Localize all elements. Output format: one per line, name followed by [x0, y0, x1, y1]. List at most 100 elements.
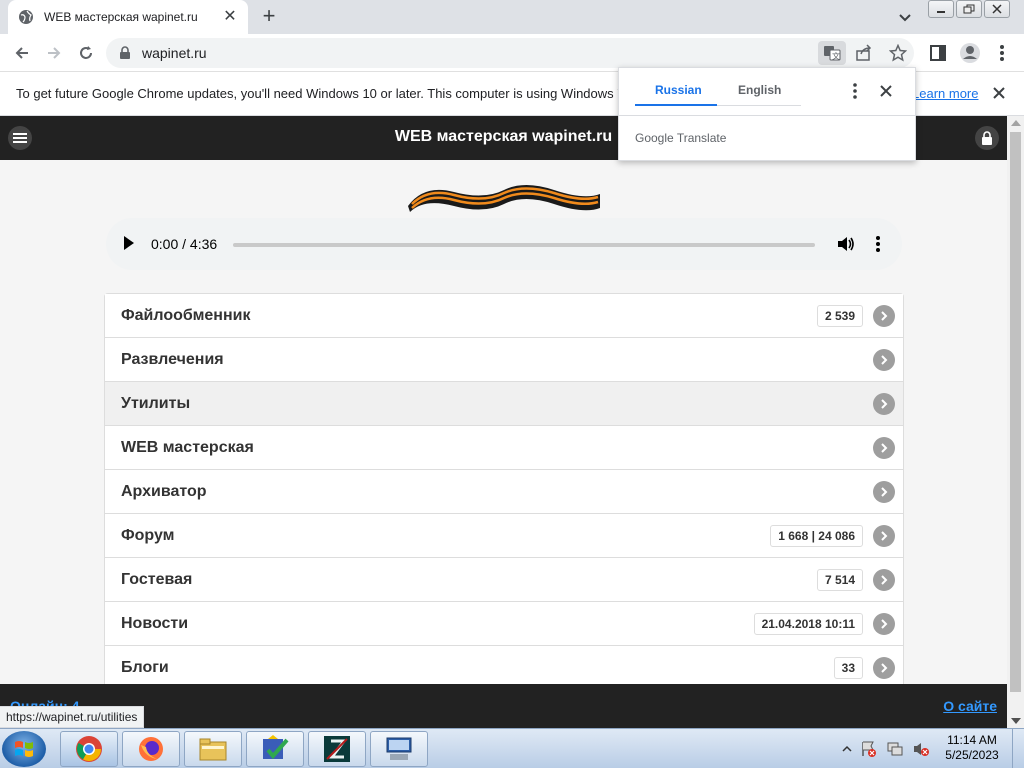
chevron-down-icon[interactable] [895, 7, 915, 27]
scrollbar-thumb[interactable] [1010, 132, 1021, 692]
chevron-right-icon[interactable] [873, 393, 895, 415]
chevron-right-icon[interactable] [873, 525, 895, 547]
kebab-menu-icon[interactable] [847, 82, 863, 100]
chevron-right-icon[interactable] [873, 349, 895, 371]
tab-strip: WEB мастерская wapinet.ru ✕ + [0, 0, 1024, 34]
svg-text:文: 文 [832, 51, 840, 61]
address-bar[interactable]: wapinet.ru 文 [106, 38, 914, 68]
windows-taskbar: 11:14 AM 5/25/2023 [0, 728, 1024, 768]
menu-row-label: WEB мастерская [121, 439, 254, 456]
volume-icon[interactable] [836, 234, 856, 254]
close-icon[interactable] [877, 82, 895, 100]
chevron-right-icon[interactable] [873, 305, 895, 327]
page-scrollbar[interactable] [1007, 116, 1024, 728]
close-icon [992, 4, 1002, 14]
taskbar-chrome[interactable] [60, 731, 118, 767]
menu-row-badge: 21.04.2018 10:11 [753, 613, 863, 635]
chevron-right-icon[interactable] [873, 613, 895, 635]
show-hidden-icons-icon[interactable] [842, 744, 852, 754]
learn-more-link[interactable]: Learn more [912, 86, 978, 101]
about-site-link[interactable]: О сайте [943, 698, 997, 714]
reload-icon [80, 46, 92, 59]
close-window-button[interactable] [984, 0, 1010, 18]
google-translate-brand: Google Translate [635, 131, 727, 145]
menu-row[interactable]: Файлообменник 2 539 [105, 294, 903, 338]
taskbar-explorer[interactable] [184, 731, 242, 767]
menu-row[interactable]: Развлечения [105, 338, 903, 382]
profile-button[interactable] [958, 41, 982, 65]
menu-row[interactable]: Форум 1 668 | 24 086 [105, 514, 903, 558]
firefox-icon [139, 737, 163, 761]
login-button[interactable] [975, 126, 999, 150]
audio-progress-track[interactable] [233, 243, 815, 247]
menu-row-badge: 2 539 [816, 305, 863, 327]
avatar-icon [960, 43, 980, 63]
menu-row[interactable]: Новости 21.04.2018 10:11 [105, 602, 903, 646]
url-text: wapinet.ru [142, 45, 207, 61]
chevron-right-icon[interactable] [873, 437, 895, 459]
volume-muted-icon[interactable] [912, 740, 930, 758]
st-george-ribbon-image [408, 185, 600, 212]
arrow-left-icon [15, 47, 28, 59]
share-button[interactable] [852, 41, 876, 65]
minimize-button[interactable] [928, 0, 954, 18]
show-desktop-button[interactable] [1012, 729, 1024, 768]
kebab-menu-icon [1000, 45, 1004, 61]
audio-time: 0:00 / 4:36 [151, 236, 218, 252]
network-app-icon [386, 737, 412, 760]
menu-row-label: Файлообменник [121, 307, 251, 324]
new-tab-button[interactable]: + [258, 5, 280, 28]
back-button[interactable] [10, 41, 34, 65]
menu-row-label: Новости [121, 615, 189, 632]
scroll-down-arrow-icon[interactable] [1011, 718, 1021, 724]
menu-row[interactable]: Архиватор [105, 470, 903, 514]
menu-row-badge: 1 668 | 24 086 [770, 525, 863, 547]
taskbar-firefox[interactable] [122, 731, 180, 767]
menu-row-label: Архиватор [121, 483, 207, 500]
tab-title: WEB мастерская wapinet.ru [44, 10, 198, 24]
menu-row-label: Блоги [121, 659, 169, 676]
globe-icon [19, 10, 33, 24]
scroll-up-arrow-icon[interactable] [1011, 120, 1021, 126]
taskbar-checklist-app[interactable] [246, 731, 304, 767]
bookmark-button[interactable] [886, 41, 910, 65]
star-icon [889, 44, 907, 62]
site-menu-list: Файлообменник 2 539 Развлечения Утилиты WEB … [104, 293, 904, 691]
lock-icon [982, 131, 992, 145]
system-clock[interactable]: 11:14 AM 5/25/2023 [940, 733, 1004, 763]
action-center-icon[interactable] [860, 740, 878, 758]
clock-date: 5/25/2023 [945, 748, 999, 762]
menu-row-label: Развлечения [121, 351, 224, 368]
browser-tab[interactable]: WEB мастерская wapinet.ru ✕ [8, 0, 248, 34]
more-options-icon[interactable] [870, 234, 886, 254]
translate-icon[interactable]: 文 [818, 41, 846, 65]
tab-target-language[interactable]: English [738, 83, 781, 97]
close-infobar-icon[interactable] [990, 84, 1008, 102]
menu-row[interactable]: Утилиты [105, 382, 903, 426]
forward-button[interactable] [42, 41, 66, 65]
reload-button[interactable] [74, 41, 98, 65]
restore-icon [963, 4, 975, 14]
menu-row-label: Форум [121, 527, 175, 544]
audio-player: 0:00 / 4:36 [106, 218, 902, 270]
taskbar-network-app[interactable] [370, 731, 428, 767]
chrome-icon [76, 736, 102, 762]
tab-close-icon[interactable]: ✕ [222, 9, 238, 25]
tab-source-language[interactable]: Russian [655, 83, 702, 97]
chevron-right-icon[interactable] [873, 481, 895, 503]
checklist-app-icon [263, 735, 289, 760]
chevron-right-icon[interactable] [873, 569, 895, 591]
network-icon[interactable] [886, 740, 904, 758]
translate-popup: Russian English Google Translate [618, 67, 916, 161]
lock-icon[interactable] [118, 46, 132, 60]
restore-button[interactable] [956, 0, 982, 18]
play-icon[interactable] [124, 236, 134, 250]
chevron-right-icon[interactable] [873, 657, 895, 679]
translate-glyph-icon: 文 [824, 46, 841, 61]
chrome-menu-button[interactable] [990, 41, 1014, 65]
taskbar-filezilla[interactable] [308, 731, 366, 767]
menu-row[interactable]: WEB мастерская [105, 426, 903, 470]
start-button[interactable] [2, 731, 46, 767]
side-panel-button[interactable] [926, 41, 950, 65]
menu-row[interactable]: Гостевая 7 514 [105, 558, 903, 602]
